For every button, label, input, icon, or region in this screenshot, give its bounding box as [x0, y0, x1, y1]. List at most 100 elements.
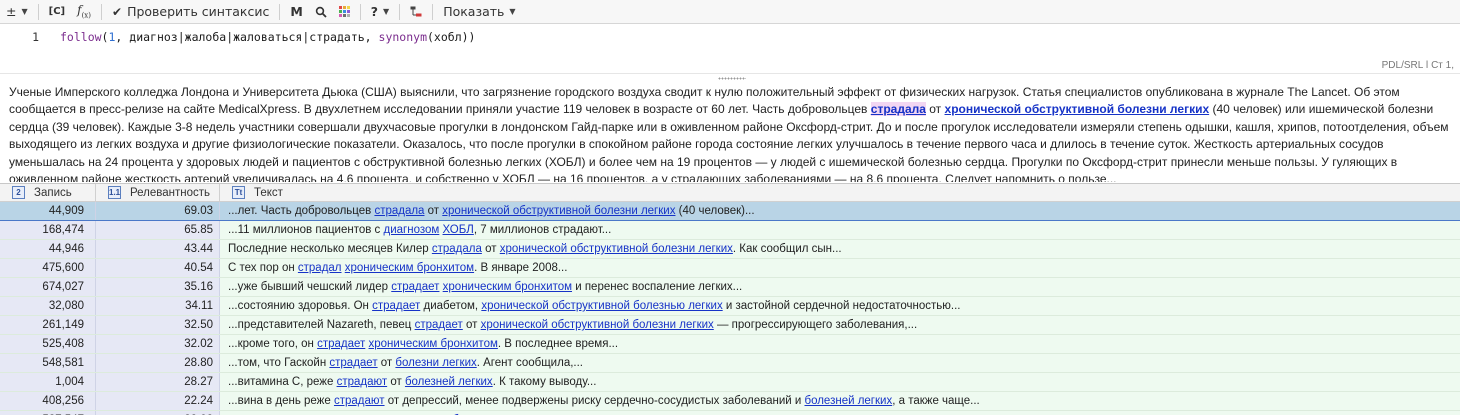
text-cell: Последние несколько месяцев Килер страда… — [220, 240, 1460, 258]
separator — [432, 3, 434, 20]
snippet-text: от — [424, 205, 443, 217]
snippet-text: . Как сообщил сын... — [732, 243, 842, 255]
relevance-cell: 28.27 — [96, 373, 220, 391]
hit-link[interactable]: ХОБЛ — [443, 224, 474, 236]
decimal-type-icon: 1.1 — [108, 186, 121, 199]
code-text: (хобл)) — [427, 30, 476, 44]
brackets-button[interactable]: [C] — [43, 1, 71, 23]
hit-link[interactable]: страдают — [334, 395, 385, 407]
hit-link[interactable]: страдает — [317, 338, 365, 350]
hit-link[interactable]: болезни легких — [395, 357, 476, 369]
code-text: , диагноз|жалоба|жаловаться|страдать, — [115, 30, 379, 44]
snippet-text: . К такому выводу... — [492, 376, 597, 388]
hit-link[interactable]: страдал — [298, 262, 342, 274]
hit-link[interactable]: страдает — [391, 281, 439, 293]
relevance-cell: 43.44 — [96, 240, 220, 258]
table-row[interactable]: 537,54722.02...рассказывает о мальчике, … — [0, 411, 1460, 415]
hit-link[interactable]: хроническим бронхитом — [443, 281, 572, 293]
splitter-grip-icon[interactable] — [718, 77, 746, 80]
snippet-text: от — [377, 357, 396, 369]
document-hit-link[interactable]: хронической обструктивной болезни легких — [945, 102, 1210, 116]
snippet-text: — прогрессирующего заболевания,... — [713, 319, 918, 331]
grid-body: 44,909 69.03 ...лет. Часть добровольцев ст… — [0, 202, 1460, 415]
hit-link[interactable]: страдает — [372, 300, 420, 312]
text-type-icon: Tt — [232, 186, 245, 199]
record-cell: 261,149 — [0, 316, 96, 334]
code-function: follow — [60, 30, 102, 44]
column-header-label: Релевантность — [130, 186, 211, 199]
hit-link[interactable]: страдала — [432, 243, 482, 255]
hit-link[interactable]: болезней легких — [405, 376, 493, 388]
document-text-mid: от — [925, 102, 945, 117]
hit-link[interactable]: хронической обструктивной болезнью легки… — [481, 300, 722, 312]
hit-link[interactable]: страдала — [374, 205, 424, 217]
separator — [359, 3, 361, 20]
table-row[interactable]: 408,256 22.24 ...вина в день реже страдают… — [0, 392, 1460, 411]
hit-link[interactable]: хронической обструктивной болезни легких — [500, 243, 733, 255]
hit-link[interactable]: хроническим бронхитом — [345, 262, 474, 274]
hit-link[interactable]: хронической обструктивной болезни легких — [442, 205, 675, 217]
m-button[interactable]: M — [284, 1, 308, 23]
relevance-cell: 65.85 — [96, 221, 220, 239]
snippet-text: ...лет. Часть добровольцев — [228, 205, 375, 217]
document-hit-link[interactable]: страдала — [870, 102, 926, 117]
record-cell: 537,547 — [0, 411, 96, 415]
hit-link[interactable]: страдает — [415, 319, 463, 331]
text-cell: ...представителей Nazareth, певец страда… — [220, 316, 1460, 334]
record-cell: 1,004 — [0, 373, 96, 391]
hit-link[interactable]: болезней легких — [804, 395, 892, 407]
table-row[interactable]: 44,946 43.44 Последние несколько месяцев К… — [0, 240, 1460, 259]
help-dropdown[interactable]: ? ▼ — [365, 1, 395, 23]
hit-link[interactable]: хронической обструктивной болезни легких — [481, 319, 714, 331]
function-button[interactable]: f(x) — [71, 1, 97, 23]
column-header-relevance[interactable]: 1.1 Релевантность — [96, 184, 220, 201]
show-dropdown[interactable]: Показать ▼ — [437, 1, 521, 23]
table-row[interactable]: 525,408 32.02 ...кроме того, он страдает х… — [0, 335, 1460, 354]
column-header-text[interactable]: Tt Текст — [220, 184, 1460, 201]
table-row[interactable]: 44,909 69.03 ...лет. Часть добровольцев ст… — [0, 202, 1460, 221]
hit-link[interactable]: диагнозом — [384, 224, 440, 236]
table-row[interactable]: 32,080 34.11 ...состоянию здоровья. Он стр… — [0, 297, 1460, 316]
snippet-text: от депрессий, менее подвержены риску сер… — [384, 395, 805, 407]
snippet-text: от — [462, 319, 481, 331]
record-cell: 44,909 — [0, 202, 96, 220]
query-code[interactable]: follow(1, диагноз|жалоба|жаловаться|стра… — [60, 30, 475, 44]
code-function: synonym — [378, 30, 427, 44]
snippet-text: ...состоянию здоровья. Он — [228, 300, 373, 312]
color-grid-icon — [338, 6, 350, 17]
table-row[interactable]: 168,474 65.85 ...11 миллионов пациентов с … — [0, 221, 1460, 240]
color-grid-button[interactable] — [333, 1, 356, 23]
snippet-text: ...кроме того, он — [228, 338, 318, 350]
hit-link[interactable]: страдает — [329, 357, 377, 369]
record-cell: 525,408 — [0, 335, 96, 353]
snippet-text: . В последнее время... — [497, 338, 619, 350]
table-row[interactable]: 674,027 35.16 ...уже бывший чешский лидер … — [0, 278, 1460, 297]
table-row[interactable]: 548,581 28.80 ...том, что Гаскойн страдает… — [0, 354, 1460, 373]
snippet-text: и застойной сердечной недостаточностью..… — [722, 300, 961, 312]
function-icon: f(x) — [77, 3, 91, 20]
text-cell: ...вина в день реже страдают от депресси… — [220, 392, 1460, 410]
zoom-button[interactable] — [309, 1, 333, 23]
check-syntax-button[interactable]: ✔ Проверить синтаксис — [106, 1, 275, 23]
hit-link[interactable]: страдают — [337, 376, 388, 388]
snippet-text: . Агент сообщила,... — [476, 357, 583, 369]
relevance-cell: 28.80 — [96, 354, 220, 372]
query-editor[interactable]: 1 follow(1, диагноз|жалоба|жаловаться|ст… — [0, 24, 1460, 73]
text-cell: ...том, что Гаскойн страдает от болезни … — [220, 354, 1460, 372]
table-row[interactable]: 475,600 40.54 С тех пор он страдал хрониче… — [0, 259, 1460, 278]
column-header-record[interactable]: 2 Запись — [0, 184, 96, 201]
table-row[interactable]: 261,149 32.50 ...представителей Nazareth, … — [0, 316, 1460, 335]
show-label: Показать — [443, 4, 505, 19]
text-cell: ...состоянию здоровья. Он страдает диабе… — [220, 297, 1460, 315]
relevance-cell: 34.11 — [96, 297, 220, 315]
table-row[interactable]: 1,004 28.27 ...витамина С, реже страдают о… — [0, 373, 1460, 392]
snippet-text: , а также чаще... — [892, 395, 980, 407]
tree-button[interactable] — [404, 1, 428, 23]
plus-minus-dropdown[interactable]: ± ▼ — [0, 1, 34, 23]
record-cell: 548,581 — [0, 354, 96, 372]
text-cell: ...уже бывший чешский лидер страдает хро… — [220, 278, 1460, 296]
check-syntax-label: Проверить синтаксис — [127, 4, 270, 19]
record-cell: 408,256 — [0, 392, 96, 410]
hit-link[interactable]: хроническим бронхитом — [369, 338, 498, 350]
pane-splitter[interactable] — [0, 73, 1460, 83]
